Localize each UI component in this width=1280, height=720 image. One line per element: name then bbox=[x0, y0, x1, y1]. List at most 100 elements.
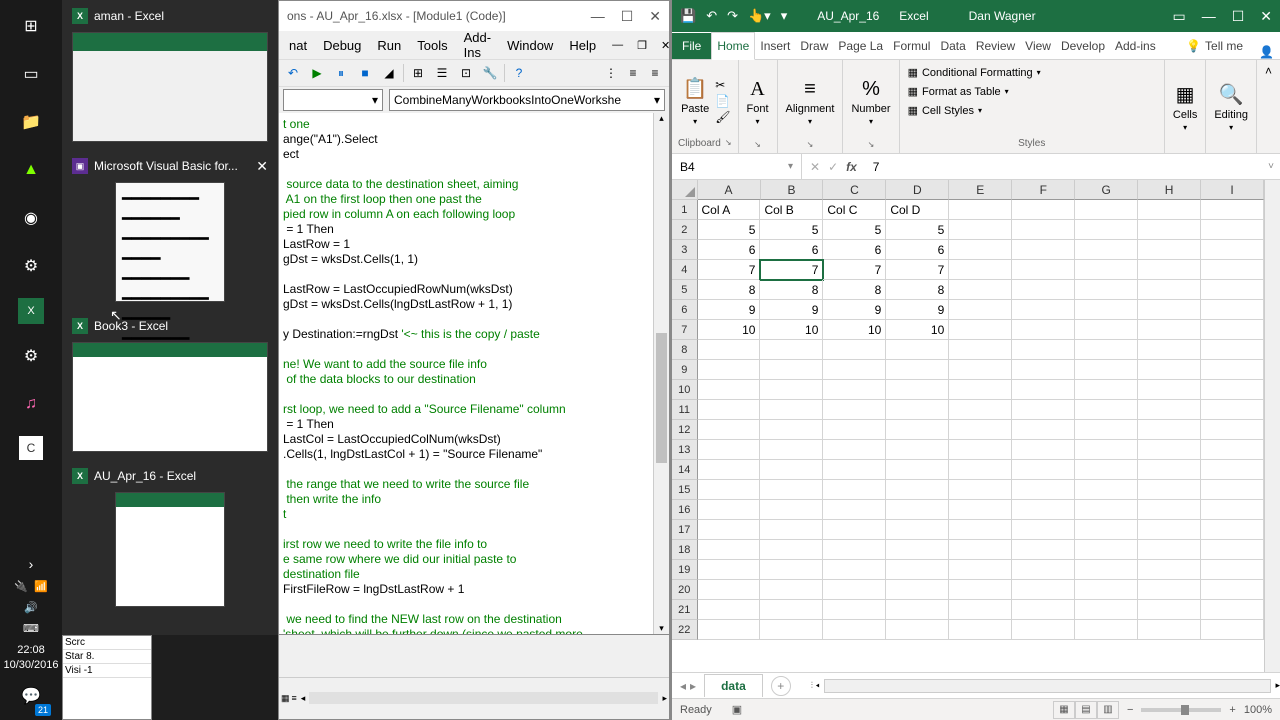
copy-icon[interactable]: 📄 bbox=[715, 94, 730, 108]
minimize-icon[interactable]: ― bbox=[1202, 8, 1216, 25]
pause-icon[interactable]: ⏸ bbox=[331, 63, 351, 83]
help-icon[interactable]: ? bbox=[509, 63, 529, 83]
vba-titlebar[interactable]: ons - AU_Apr_16.xlsx - [Module1 (Code)] … bbox=[279, 1, 669, 31]
menu-format[interactable]: nat bbox=[283, 36, 313, 55]
close-icon[interactable]: ✕ bbox=[256, 158, 268, 175]
horizontal-scrollbar[interactable] bbox=[824, 679, 1272, 693]
alignment-button[interactable]: ≡ Alignment ▾ bbox=[784, 76, 837, 128]
zoom-out-button[interactable]: − bbox=[1127, 704, 1133, 716]
maximize-icon[interactable]: ☐ bbox=[621, 8, 634, 25]
conditional-formatting-button[interactable]: ▦Conditional Formatting▾ bbox=[906, 64, 1043, 81]
dialog-launcher-icon[interactable]: ↘ bbox=[868, 140, 875, 149]
hscroll-left-icon[interactable]: ⫶ ◂ bbox=[811, 680, 820, 691]
dialog-launcher-icon[interactable]: ↘ bbox=[807, 140, 814, 149]
tab-view[interactable]: View bbox=[1020, 33, 1056, 59]
project-explorer-icon[interactable]: ⊞ bbox=[408, 63, 428, 83]
number-button[interactable]: % Number ▾ bbox=[849, 76, 892, 128]
name-box[interactable]: B4 bbox=[672, 154, 802, 179]
sheet-nav-next-icon[interactable]: ▸ bbox=[690, 679, 696, 693]
formula-input[interactable]: 7 bbox=[865, 160, 1262, 174]
power-icon[interactable]: 🔌 bbox=[14, 580, 28, 593]
spreadsheet-grid[interactable]: ABCDEFGHI1Col ACol BCol CCol D2555536666… bbox=[672, 180, 1264, 672]
cells-button[interactable]: ▦ Cells ▾ bbox=[1171, 80, 1199, 134]
tab-data[interactable]: Data bbox=[935, 33, 970, 59]
undo-icon[interactable]: ↶ bbox=[283, 63, 303, 83]
macro-record-icon[interactable]: ▣ bbox=[732, 703, 742, 716]
itunes-icon[interactable]: ♫ bbox=[15, 388, 47, 420]
view-full-icon[interactable]: ▦ bbox=[281, 693, 290, 704]
mdi-minimize-icon[interactable]: ― bbox=[606, 37, 629, 54]
redo-icon[interactable]: ↷ bbox=[727, 8, 738, 24]
zoom-in-button[interactable]: + bbox=[1229, 704, 1235, 716]
hscroll-right-icon[interactable]: ▸ bbox=[1275, 680, 1280, 691]
tab-pagelayout[interactable]: Page La bbox=[833, 33, 888, 59]
excel-titlebar[interactable]: 💾 ↶ ↷ 👆▾ ▾ AU_Apr_16 Excel Dan Wagner ▭ … bbox=[672, 0, 1280, 32]
font-button[interactable]: A Font ▾ bbox=[745, 76, 771, 128]
tab-developer[interactable]: Develop bbox=[1056, 33, 1110, 59]
normal-view-button[interactable]: ▦ bbox=[1053, 701, 1075, 719]
excel-taskbar-icon[interactable]: X bbox=[18, 298, 44, 324]
tray-expand-icon[interactable]: › bbox=[29, 556, 34, 572]
tell-me-search[interactable]: 💡 Tell me bbox=[1181, 33, 1253, 59]
file-explorer-icon[interactable]: 📁 bbox=[15, 106, 47, 138]
vba-code-editor[interactable]: t oneange("A1").Selectect source data to… bbox=[279, 113, 653, 634]
cell-styles-button[interactable]: ▦Cell Styles▾ bbox=[906, 102, 984, 119]
menu-run[interactable]: Run bbox=[371, 36, 407, 55]
cut-icon[interactable]: ✂ bbox=[715, 78, 730, 92]
volume-icon[interactable]: 🔊 bbox=[24, 601, 38, 614]
procedure-dropdown[interactable]: CombineManyWorkbooksIntoOneWorkshe bbox=[389, 89, 665, 111]
add-sheet-button[interactable]: + bbox=[771, 676, 791, 696]
sheet-nav-prev-icon[interactable]: ◂ bbox=[680, 679, 686, 693]
camtasia-icon[interactable]: C bbox=[19, 436, 43, 460]
fx-icon[interactable]: fx bbox=[846, 160, 857, 174]
zoom-slider[interactable] bbox=[1141, 708, 1221, 712]
undo-icon[interactable]: ↶ bbox=[706, 8, 717, 24]
ribbon-display-icon[interactable]: ▭ bbox=[1172, 8, 1185, 25]
menu-window[interactable]: Window bbox=[501, 36, 559, 55]
tab-review[interactable]: Review bbox=[971, 33, 1020, 59]
menu-tools[interactable]: Tools bbox=[411, 36, 453, 55]
settings-icon[interactable]: ⚙ bbox=[15, 250, 47, 282]
view-proc-icon[interactable]: ≡ bbox=[292, 693, 297, 704]
run-icon[interactable]: ▶ bbox=[307, 63, 327, 83]
vba-horizontal-scrollbar[interactable]: ▦≡ ◂ ▸ bbox=[279, 677, 669, 720]
action-center-icon[interactable]: 💬 bbox=[15, 680, 47, 712]
wifi-icon[interactable]: 📶 bbox=[34, 580, 48, 593]
task-item-au-apr[interactable]: X AU_Apr_16 - Excel bbox=[62, 460, 278, 615]
share-icon[interactable]: 👤 bbox=[1253, 45, 1280, 59]
collapse-ribbon-icon[interactable]: ˄ bbox=[1257, 60, 1280, 82]
mdi-restore-icon[interactable]: ❐ bbox=[631, 37, 653, 54]
indent-icon[interactable]: ≡ bbox=[623, 63, 643, 83]
sheet-tab-data[interactable]: data bbox=[704, 674, 763, 697]
tab-draw[interactable]: Draw bbox=[795, 33, 833, 59]
start-button[interactable]: ⊞ bbox=[15, 10, 47, 42]
save-icon[interactable]: 💾 bbox=[680, 8, 696, 24]
menu-addins[interactable]: Add-Ins bbox=[458, 28, 497, 62]
outdent-icon[interactable]: ≡ bbox=[645, 63, 665, 83]
format-as-table-button[interactable]: ▦Format as Table▾ bbox=[906, 83, 1011, 100]
editing-button[interactable]: 🔍 Editing ▾ bbox=[1212, 80, 1250, 134]
gear-icon[interactable]: ⚙ bbox=[15, 340, 47, 372]
app-icon-1[interactable]: ▲ bbox=[15, 154, 47, 186]
close-icon[interactable]: ✕ bbox=[649, 8, 661, 25]
keyboard-icon[interactable]: ⌨ bbox=[23, 622, 39, 635]
design-mode-icon[interactable]: ◢ bbox=[379, 63, 399, 83]
zoom-level[interactable]: 100% bbox=[1244, 704, 1272, 716]
object-browser-icon[interactable]: ⊡ bbox=[456, 63, 476, 83]
menu-help[interactable]: Help bbox=[563, 36, 602, 55]
chrome-icon[interactable]: ◉ bbox=[15, 202, 47, 234]
menu-debug[interactable]: Debug bbox=[317, 36, 367, 55]
tab-file[interactable]: File bbox=[672, 33, 711, 59]
tab-formulas[interactable]: Formul bbox=[888, 33, 935, 59]
dialog-launcher-icon[interactable]: ↘ bbox=[754, 140, 761, 149]
tab-addins[interactable]: Add-ins bbox=[1110, 33, 1161, 59]
page-layout-view-button[interactable]: ▤ bbox=[1075, 701, 1097, 719]
toolbox-icon[interactable]: 🔧 bbox=[480, 63, 500, 83]
toolbar-option-icon[interactable]: ⋮ bbox=[601, 63, 621, 83]
dialog-launcher-icon[interactable]: ↘ bbox=[725, 138, 732, 149]
stop-icon[interactable]: ■ bbox=[355, 63, 375, 83]
task-view-button[interactable]: ▭ bbox=[15, 58, 47, 90]
properties-icon[interactable]: ☰ bbox=[432, 63, 452, 83]
close-icon[interactable]: ✕ bbox=[1260, 8, 1272, 25]
touch-mode-icon[interactable]: 👆▾ bbox=[748, 8, 771, 24]
